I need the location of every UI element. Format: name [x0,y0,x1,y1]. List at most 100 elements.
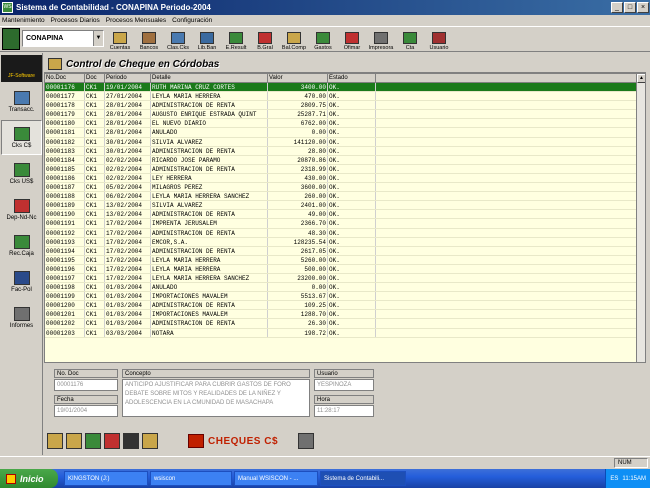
table-row[interactable]: 00001202 CK1 01/03/2004 ADMINISTRACION DE R… [45,319,645,329]
bank-icon [142,32,156,44]
sidebar-item-rec-caja[interactable]: Rec.Caja [1,228,42,263]
cell-detalle: EL NUEVO DIARIO [151,119,268,128]
fecha-field[interactable]: 19/01/2004 [54,405,118,417]
table-row[interactable]: 00001200 CK1 01/03/2004 ADMINISTRACION DE R… [45,301,645,311]
table-row[interactable]: 00001176 CK1 19/01/2004 RUTH MARINA CRUZ CO… [45,83,645,93]
scroll-up-icon[interactable]: ▲ [637,74,645,83]
menu-procesos-diarios[interactable]: Procesos Diarios [51,17,100,24]
taskbar-item[interactable]: wsiscon [150,471,232,486]
menu-procesos-mensuales[interactable]: Procesos Mensuales [106,17,166,24]
toolbar-button-gastos[interactable]: Gastos [309,32,337,51]
table-row[interactable]: 00001189 CK1 13/02/2004 SILVIA ALVAREZ 2401.… [45,201,645,211]
toolbar-button-e-result[interactable]: E.Result [222,32,250,51]
chevron-down-icon[interactable]: ▼ [93,31,103,46]
sidebar-item-label: Cks C$ [11,142,32,149]
toolbar-button-clas-cks[interactable]: Clas.Cks [164,32,192,51]
exit-door-icon[interactable] [142,433,158,449]
table-row[interactable]: 00001187 CK1 05/02/2004 MILAGROS PEREZ 3600.… [45,183,645,193]
toolbar-button-usuario[interactable]: Usuario [425,32,453,51]
cell-estado: OK. [328,201,376,210]
toolbar-button-b-gral[interactable]: B.Gral [251,32,279,51]
table-row[interactable]: 00001203 CK1 03/03/2004 NOTARA 198.72 OK. [45,328,645,338]
cell-estado: OK. [328,264,376,273]
table-row[interactable]: 00001199 CK1 01/03/2004 IMPORTACIONES MAVAL… [45,292,645,302]
new-doc-icon[interactable] [47,433,63,449]
checks-grid[interactable]: No.Doc Doc Periodo Detalle Valor Estado … [44,73,646,363]
toolbar-button-ofimar[interactable]: Ofimar [338,32,366,51]
table-row[interactable]: 00001183 CK1 30/01/2004 ADMINISTRACION DE R… [45,146,645,156]
table-row[interactable]: 00001179 CK1 28/01/2004 AUGUSTO ENRIQUE EST… [45,110,645,120]
table-row[interactable]: 00001197 CK1 17/02/2004 LEYLA MARIA HERRERA… [45,273,645,284]
toolbar-button-cuentas[interactable]: Cuentas [106,32,134,51]
col-header-empty [376,74,645,83]
table-row[interactable]: 00001195 CK1 17/02/2004 LEYLA MARIA HERRERA… [45,255,645,265]
cell-valor: 260.00 [268,192,328,201]
toolbar-button-cta[interactable]: Cta [396,32,424,51]
company-select[interactable]: CONAPINA ▼ [22,30,104,47]
checks-dollar-icon [13,162,30,177]
table-row[interactable]: 00001181 CK1 28/01/2004 ANULADO 0.00 OK. [45,128,645,138]
tray-language[interactable]: ES [610,476,618,482]
sidebar-item-fac-pol[interactable]: Fac-Pol [1,264,42,299]
edit-icon[interactable] [66,433,82,449]
minimize-button[interactable]: _ [611,2,623,13]
table-row[interactable]: 00001198 CK1 01/03/2004 ANULADO 0.00 OK. [45,283,645,293]
taskbar-item[interactable]: Sistema de Contabili... [320,471,406,486]
col-header-nodoc[interactable]: No.Doc [45,74,85,83]
sidebar-item-cks-us-[interactable]: Cks US$ [1,156,42,191]
col-header-detalle[interactable]: Detalle [151,74,268,83]
toolbar-button-bal-comp[interactable]: Bal.Comp [280,32,308,51]
table-row[interactable]: 00001201 CK1 01/03/2004 IMPORTACIONES MAVAL… [45,310,645,320]
reports-icon [13,306,30,321]
col-header-periodo[interactable]: Periodo [105,74,151,83]
printer-icon[interactable] [298,433,315,449]
sidebar-item-informes[interactable]: Informes [1,300,42,335]
cell-periodo: 02/02/2004 [105,164,151,173]
table-row[interactable]: 00001194 CK1 17/02/2004 ADMINISTRACION DE R… [45,246,645,256]
table-row[interactable]: 00001196 CK1 17/02/2004 LEYLA MARIA HERRERA… [45,264,645,274]
cell-valor: 2617.05 [268,246,328,255]
toolbar-button-lib-ban[interactable]: Lib.Ban [193,32,221,51]
table-row[interactable]: 00001190 CK1 13/02/2004 ADMINISTRACION DE R… [45,210,645,220]
table-row[interactable]: 00001182 CK1 30/01/2004 SILVIA ALVAREZ 14112… [45,137,645,147]
cash-receipt-icon [13,234,30,249]
cell-valor: 25287.71 [268,110,328,119]
table-row[interactable]: 00001192 CK1 17/02/2004 ADMINISTRACION DE R… [45,228,645,238]
list-icon[interactable] [85,433,101,449]
table-row[interactable]: 00001180 CK1 28/01/2004 EL NUEVO DIARIO 6762… [45,119,645,129]
taskbar-item[interactable]: Manual WSISCON - ... [234,471,318,486]
table-row[interactable]: 00001188 CK1 06/02/2004 LEYLA MARIA HERRERA… [45,192,645,202]
hora-field[interactable]: 11:28:17 [314,405,374,417]
cell-doc: CK1 [85,155,105,164]
table-row[interactable]: 00001184 CK1 02/02/2004 RICARDO JOSE PARAMO… [45,155,645,165]
usuario-field[interactable]: YESPINOZA [314,379,374,391]
start-button[interactable]: Inicio [0,469,58,488]
delete-icon[interactable] [104,433,120,449]
col-header-estado[interactable]: Estado [328,74,376,83]
concepto-field[interactable]: ANTICIPO AJUSTIFICAR PARA CUBRIR GASTOS … [122,379,310,417]
search-icon[interactable] [123,433,139,449]
cell-doc: CK1 [85,328,105,337]
taskbar-item[interactable]: KINGSTON (J:) [64,471,148,486]
menu-mantenimiento[interactable]: Mantenimiento [2,17,45,24]
cell-empty [376,229,645,237]
table-row[interactable]: 00001193 CK1 17/02/2004 EMCOR,S.A. 128235.54… [45,237,645,247]
col-header-doc[interactable]: Doc [85,74,105,83]
table-row[interactable]: 00001185 CK1 02/02/2004 ADMINISTRACION DE R… [45,164,645,174]
sidebar-item-transacc-[interactable]: Transacc. [1,84,42,119]
table-row[interactable]: 00001191 CK1 17/02/2004 IMPRENTA JERUSALEM 2… [45,219,645,229]
vertical-scrollbar[interactable]: ▲ [636,74,645,362]
table-row[interactable]: 00001177 CK1 27/01/2004 LEYLA MARIA HERRERA… [45,92,645,102]
maximize-button[interactable]: □ [624,2,636,13]
table-row[interactable]: 00001178 CK1 28/01/2004 ADMINISTRACION DE R… [45,101,645,111]
sidebar-item-dep-nd-nc[interactable]: Dep-Nd-Nc [1,192,42,227]
bottom-toolbar: CHEQUES C$ [44,428,646,454]
toolbar-button-impresora[interactable]: Impresora [367,32,395,51]
menu-configuracion[interactable]: Configuración [172,17,212,24]
col-header-valor[interactable]: Valor [268,74,328,83]
toolbar-button-bancos[interactable]: Bancos [135,32,163,51]
close-button[interactable]: × [637,2,649,13]
sidebar-item-cks-c-[interactable]: Cks C$ [1,120,42,155]
no-doc-field[interactable]: 00001176 [54,379,118,391]
table-row[interactable]: 00001186 CK1 02/02/2004 LEY HERRERA 430.00 OK… [45,173,645,184]
